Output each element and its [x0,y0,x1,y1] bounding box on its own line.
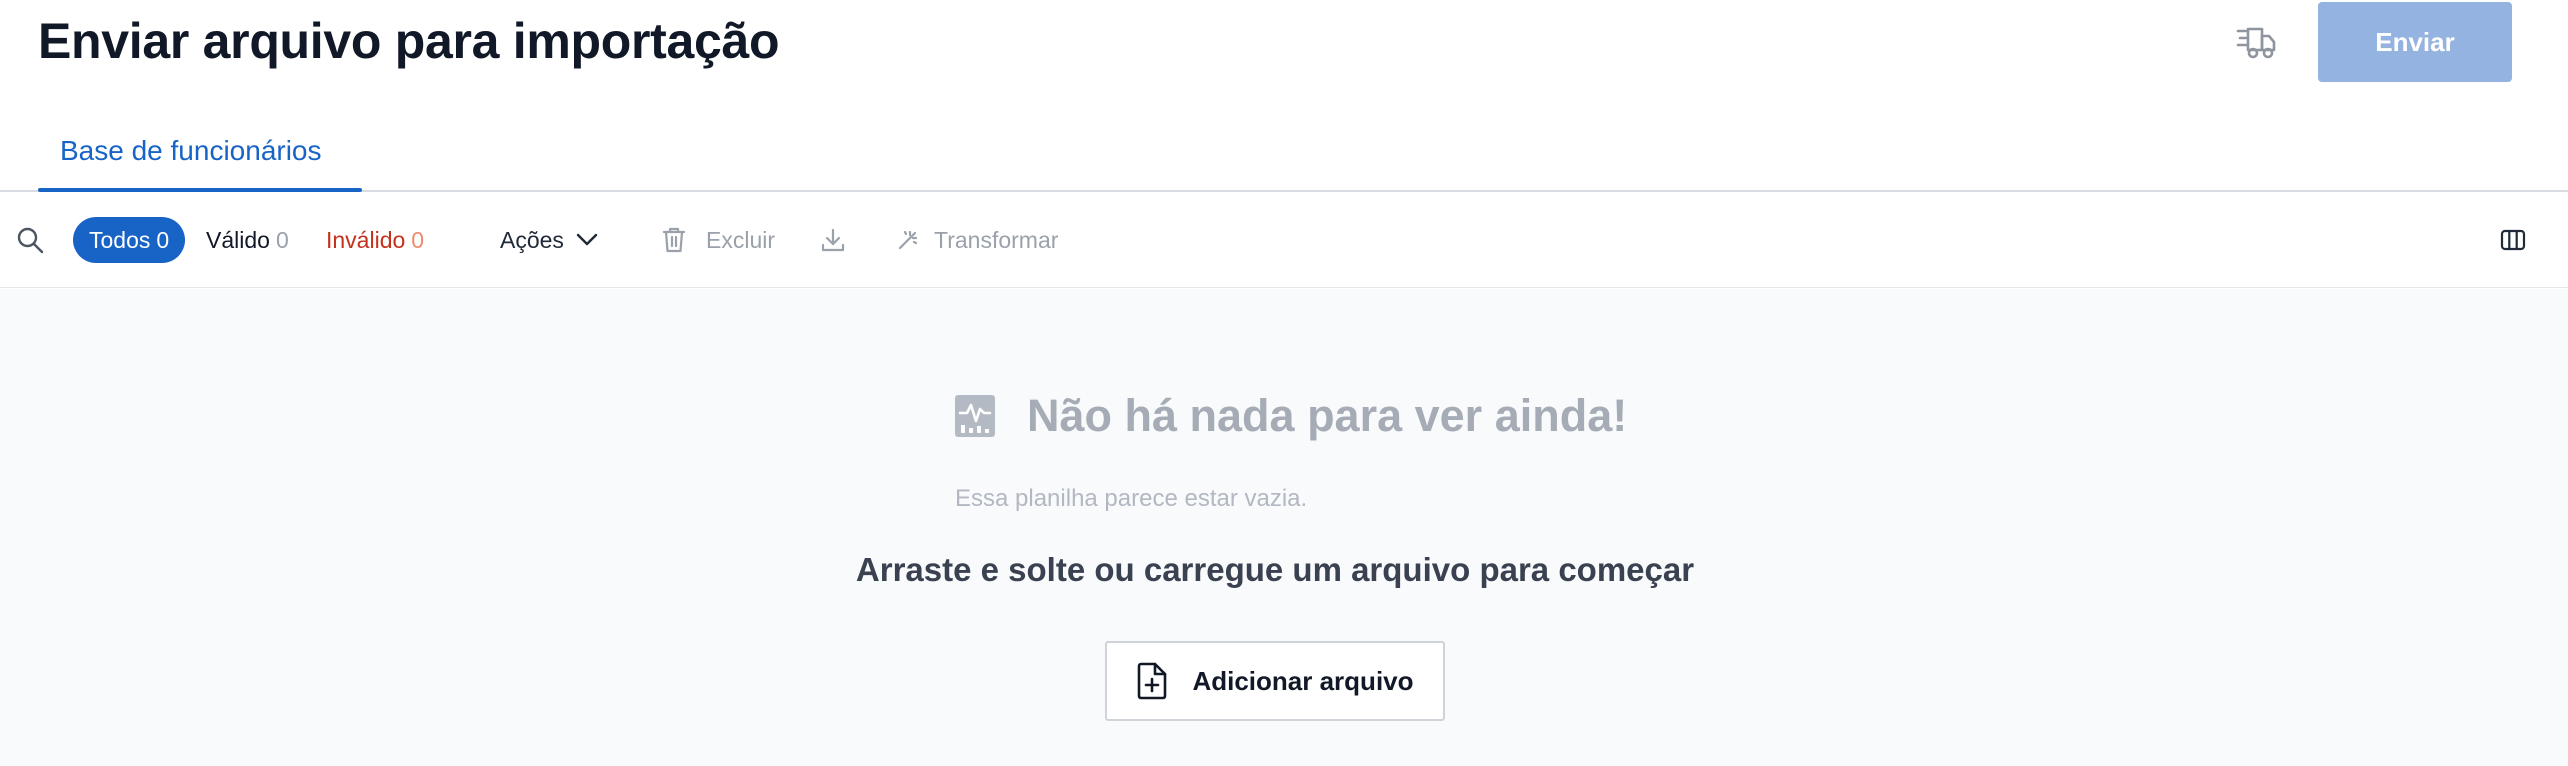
empty-subtitle: Essa planilha parece estar vazia. [955,485,1308,512]
empty-title-row: Não há nada para ver ainda! [955,390,1628,441]
file-plus-icon [1138,662,1167,700]
empty-state: Não há nada para ver ainda! Essa planilh… [0,289,2568,766]
download-button[interactable] [820,192,846,288]
columns-icon [2500,229,2526,251]
filter-invalid[interactable]: Inválido 0 [326,192,424,288]
add-file-button[interactable]: Adicionar arquivo [1105,641,1445,721]
filter-valid[interactable]: Válido 0 [206,192,289,288]
add-file-label: Adicionar arquivo [1192,665,1414,696]
filter-valid-label: Válido [206,226,270,253]
page-header: Enviar arquivo para importação Enviar [0,0,2568,100]
columns-button[interactable] [2500,192,2526,288]
delete-label: Excluir [706,226,776,253]
drop-instruction: Arraste e solte ou carregue um arquivo p… [855,551,1695,588]
trash-icon [662,227,686,253]
chevron-down-icon [576,233,598,246]
filter-all[interactable]: Todos 0 [73,217,186,263]
search-icon [17,227,44,254]
filter-all-label: Todos [89,226,151,253]
send-button[interactable]: Enviar [2318,2,2512,82]
truck-list-icon [2236,27,2276,59]
sheet-tabs: Base de funcionários [0,110,2568,192]
delete-button[interactable]: Excluir [662,192,775,288]
import-page: Enviar arquivo para importação Enviar Ba… [0,0,2568,766]
actions-label: Ações [500,226,564,253]
actions-dropdown[interactable]: Ações [500,192,598,288]
grid-toolbar: Todos 0 Válido 0 Inválido 0 Ações Exclui… [0,192,2568,288]
search-button[interactable] [12,192,48,288]
filter-valid-count: 0 [275,226,289,253]
filter-all-count: 0 [156,226,170,253]
filter-invalid-label: Inválido [326,226,406,253]
transform-label: Transformar [934,226,1059,253]
transform-button[interactable]: Transformar [896,192,1058,288]
filter-invalid-count: 0 [411,226,425,253]
page-title: Enviar arquivo para importação [38,13,780,69]
empty-title: Não há nada para ver ainda! [1027,390,1628,441]
magic-wand-icon [898,230,918,250]
tab-base-funcionarios[interactable]: Base de funcionários [38,110,344,192]
truck-button[interactable] [2228,18,2284,68]
download-icon [821,228,845,252]
spreadsheet-chart-icon [955,395,995,437]
